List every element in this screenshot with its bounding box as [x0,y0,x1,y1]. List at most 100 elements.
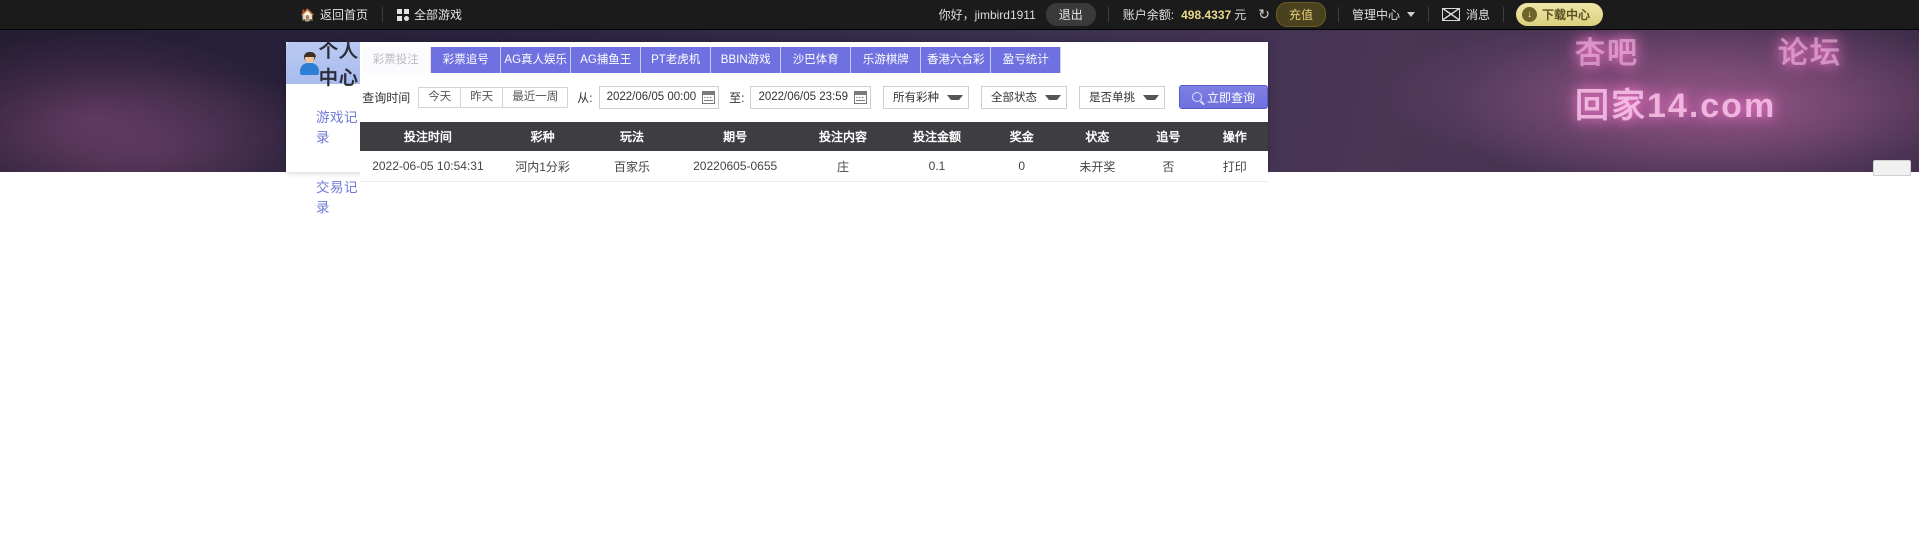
grid-icon [396,8,409,21]
tab-lottery-betting[interactable]: 彩票投注 [361,47,432,73]
quick-range-last-week[interactable]: 最近一周 [502,86,569,108]
tab-saba-sports[interactable]: 沙巴体育 [781,47,852,73]
tab-ag-fishing[interactable]: AG捕鱼王 [571,47,642,73]
download-center-label: 下载中心 [1541,8,1590,22]
single-pick-value: 是否单挑 [1088,92,1135,104]
main-panel: 彩票投注 彩票追号 AG真人娱乐 AG捕鱼王 PT老虎机 BBIN游戏 沙巴体育… [360,42,1268,182]
cell-action-print[interactable]: 打印 [1201,151,1268,182]
to-label: 至: [729,90,745,105]
table-body: 2022-06-05 10:54:31 河内1分彩 百家乐 20220605-0… [360,151,1268,182]
balance-label: 账户余额: [1122,8,1175,22]
chevron-down-icon [1142,94,1159,100]
watermark-line2: 回家14.com [1575,87,1777,125]
from-label: 从: [577,90,593,105]
top-navigation-bar: 🏠 返回首页 全部游戏 你好，jimbird1911 退出 账户余额: 498.… [0,0,1919,30]
topbar-divider-5 [1502,7,1504,22]
cell-bet-time: 2022-06-05 10:54:31 [360,151,496,182]
admin-center-menu[interactable]: 管理中心 [1339,6,1428,23]
balance-unit: 元 [1234,8,1247,22]
filter-bar: 查询时间 今天 昨天 最近一周 从: 2022/06/05 00:00 至: 2… [360,82,1268,112]
watermark-line1-right: 论坛 [1778,37,1842,70]
search-icon [1191,92,1202,102]
home-link[interactable]: 🏠 返回首页 [286,6,382,23]
cell-bet-content: 庄 [795,151,890,182]
cell-bet-amount: 0.1 [889,151,984,182]
lottery-type-value: 所有彩种 [892,92,939,104]
page-body-background [0,172,1919,548]
cell-issue: 20220605-0655 [674,151,796,182]
column-play: 玩法 [589,122,675,151]
date-to-value: 2022/06/05 23:59 [758,91,848,103]
betting-records-table: 投注时间 彩种 玩法 期号 投注内容 投注金额 奖金 状态 追号 操作 2022 [360,122,1268,182]
calendar-icon[interactable] [702,90,716,104]
topbar-right-group: 你好，jimbird1911 退出 账户余额: 498.4337 元 ↻ 充值 … [939,2,1603,27]
page-root: 杏吧 论坛 回家14.com 🏠 返回首页 全部游戏 你好，jimbird191… [0,0,1919,548]
tab-profit-statistics[interactable]: 盈亏统计 [991,47,1062,73]
lottery-type-select[interactable]: 所有彩种 [882,85,969,109]
download-center-button[interactable]: ↓ 下载中心 [1515,3,1603,26]
cell-status: 未开奖 [1059,151,1136,182]
cell-play: 百家乐 [589,151,675,182]
watermark-line1-left: 杏吧 [1575,37,1639,70]
chevron-down-icon [1044,94,1061,100]
table-header: 投注时间 彩种 玩法 期号 投注内容 投注金额 奖金 状态 追号 操作 [360,122,1268,151]
table-row[interactable]: 2022-06-05 10:54:31 河内1分彩 百家乐 20220605-0… [360,151,1268,182]
chevron-down-icon [1406,12,1415,17]
cell-lottery: 河内1分彩 [495,151,590,182]
column-issue: 期号 [674,122,796,151]
date-to-input[interactable]: 2022/06/05 23:59 [750,85,871,109]
date-from-input[interactable]: 2022/06/05 00:00 [598,85,720,109]
home-icon: 🏠 [300,7,315,22]
cell-chase: 否 [1135,151,1202,182]
user-avatar-icon [298,51,319,75]
column-lottery: 彩种 [495,122,590,151]
hero-glow-left [0,30,300,172]
status-select[interactable]: 全部状态 [980,85,1067,109]
greeting-text: 你好，jimbird1911 [938,8,1036,22]
single-pick-select[interactable]: 是否单挑 [1078,85,1165,109]
logout-button[interactable]: 退出 [1045,3,1096,26]
sidebar: 个人中心 游戏记录 交易记录 [286,41,361,215]
admin-center-label: 管理中心 [1351,8,1400,22]
tab-lottery-chase[interactable]: 彩票追号 [431,47,502,73]
messages-label: 消息 [1465,8,1490,22]
cell-prize: 0 [983,151,1060,182]
column-prize: 奖金 [983,122,1060,151]
tab-pt-slots[interactable]: PT老虎机 [641,47,712,73]
sidebar-header: 个人中心 [286,41,361,89]
page-title: 个人中心 [318,41,359,89]
sidebar-item-transaction-records[interactable]: 交易记录 [286,168,360,224]
topbar-left-group: 🏠 返回首页 全部游戏 [286,6,476,23]
floating-widget[interactable] [1873,160,1911,176]
personal-center-card: 个人中心 游戏记录 交易记录 彩票投注 彩票追号 AG真人娱乐 AG捕鱼王 PT… [286,41,1268,215]
tab-bbin-games[interactable]: BBIN游戏 [711,47,782,73]
quick-range-today[interactable]: 今天 [418,86,462,108]
chevron-down-icon [946,94,963,100]
column-status: 状态 [1059,122,1136,151]
tab-hk-mark-six[interactable]: 香港六合彩 [921,47,992,73]
messages-link[interactable]: 消息 [1429,6,1503,23]
column-bet-amount: 投注金额 [889,122,984,151]
search-button-label: 立即查询 [1206,90,1255,105]
recharge-button[interactable]: 充值 [1275,2,1326,27]
sidebar-item-game-records[interactable]: 游戏记录 [286,98,360,154]
query-time-label: 查询时间 [362,90,411,105]
all-games-link[interactable]: 全部游戏 [383,6,476,23]
all-games-label: 全部游戏 [413,8,462,22]
tab-leyou-chess[interactable]: 乐游棋牌 [851,47,922,73]
column-bet-content: 投注内容 [795,122,890,151]
download-circle-icon: ↓ [1521,7,1537,22]
envelope-icon [1441,8,1460,21]
refresh-icon[interactable]: ↻ [1252,6,1276,23]
column-bet-time: 投注时间 [360,122,496,151]
sidebar-menu: 游戏记录 交易记录 [286,84,360,224]
home-link-label: 返回首页 [319,8,368,22]
quick-range-yesterday[interactable]: 昨天 [460,86,504,108]
quick-range-buttons: 今天 昨天 最近一周 [418,86,569,108]
search-button[interactable]: 立即查询 [1178,85,1268,109]
column-chase: 追号 [1135,122,1202,151]
table-header-row: 投注时间 彩种 玩法 期号 投注内容 投注金额 奖金 状态 追号 操作 [360,122,1268,151]
tab-ag-live[interactable]: AG真人娱乐 [501,47,572,73]
tab-bar: 彩票投注 彩票追号 AG真人娱乐 AG捕鱼王 PT老虎机 BBIN游戏 沙巴体育… [360,47,1268,73]
calendar-icon[interactable] [853,90,867,104]
